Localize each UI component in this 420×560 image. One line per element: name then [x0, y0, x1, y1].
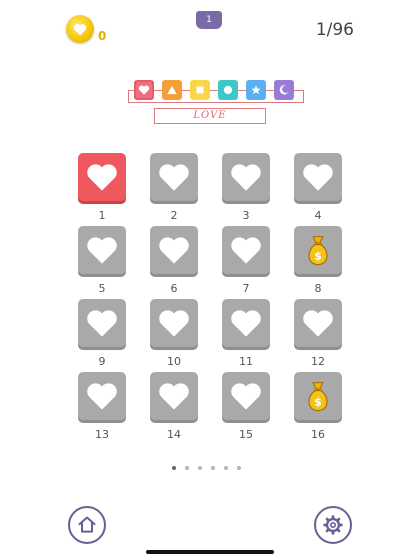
level-number: 14 [167, 428, 181, 441]
category-triangle[interactable] [162, 80, 182, 100]
level-number: 1 [98, 209, 106, 222]
level-number: 7 [242, 282, 250, 295]
category-heart[interactable] [134, 80, 154, 100]
coin-count: 0 [98, 29, 107, 43]
level-number: 10 [167, 355, 181, 368]
heart-icon [231, 164, 261, 191]
category-banner: LOVE [128, 78, 304, 126]
home-indicator [146, 550, 274, 554]
coin-icon [66, 15, 94, 43]
level-number: 5 [98, 282, 106, 295]
square-icon [196, 86, 204, 94]
level-number: 12 [311, 355, 325, 368]
heart-icon [231, 310, 261, 337]
heart-icon [231, 383, 261, 410]
heart-icon [303, 310, 333, 337]
heart-icon [159, 383, 189, 410]
banner-line [128, 102, 304, 103]
level-tile-7[interactable] [222, 226, 270, 274]
level-number: 2 [170, 209, 178, 222]
banner-line [128, 90, 129, 102]
settings-button[interactable] [314, 506, 352, 544]
level-tile-1[interactable] [78, 153, 126, 201]
page-dot[interactable] [237, 466, 241, 470]
page-dot[interactable] [211, 466, 215, 470]
level-number: 8 [314, 282, 322, 295]
level-number: 6 [170, 282, 178, 295]
level-number: 9 [98, 355, 106, 368]
level-number: 13 [95, 428, 109, 441]
heart-icon [87, 164, 117, 191]
heart-icon [159, 237, 189, 264]
heart-icon [87, 310, 117, 337]
level-tile-2[interactable] [150, 153, 198, 201]
progress-counter: 1/96 [315, 20, 354, 40]
svg-text:$: $ [314, 250, 322, 263]
heart-icon [87, 237, 117, 264]
level-number: 16 [311, 428, 325, 441]
category-square[interactable] [190, 80, 210, 100]
heart-icon [159, 164, 189, 191]
level-tile-15[interactable] [222, 372, 270, 420]
home-icon [78, 516, 96, 533]
level-tile-9[interactable] [78, 299, 126, 347]
page-dot[interactable] [198, 466, 202, 470]
moon-icon [279, 85, 289, 95]
heart-icon [159, 310, 189, 337]
page-dot[interactable] [185, 466, 189, 470]
svg-text:$: $ [314, 396, 322, 409]
level-tile-11[interactable] [222, 299, 270, 347]
category-word: LOVE [154, 108, 266, 124]
category-circle[interactable] [218, 80, 238, 100]
level-number: 11 [239, 355, 253, 368]
home-button[interactable] [68, 506, 106, 544]
category-star[interactable] [246, 80, 266, 100]
circle-icon [223, 85, 233, 95]
category-moon[interactable] [274, 80, 294, 100]
page-dot[interactable] [172, 466, 176, 470]
level-tab[interactable]: 1 [196, 11, 222, 29]
heart-icon [303, 164, 333, 191]
category-icons [134, 80, 294, 100]
star-icon [251, 85, 261, 95]
level-tile-10[interactable] [150, 299, 198, 347]
level-tile-16[interactable]: $ [294, 372, 342, 420]
banner-line [303, 90, 304, 102]
money-bag-icon: $ [308, 382, 328, 412]
level-tile-3[interactable] [222, 153, 270, 201]
heart-icon [138, 85, 150, 95]
triangle-icon [167, 85, 177, 95]
level-tile-5[interactable] [78, 226, 126, 274]
level-tile-8[interactable]: $ [294, 226, 342, 274]
level-tile-14[interactable] [150, 372, 198, 420]
level-tile-4[interactable] [294, 153, 342, 201]
page-indicator [172, 466, 241, 470]
level-number: 15 [239, 428, 253, 441]
heart-icon [231, 237, 261, 264]
money-bag-icon: $ [308, 236, 328, 266]
page-dot[interactable] [224, 466, 228, 470]
level-tile-6[interactable] [150, 226, 198, 274]
level-number: 3 [242, 209, 250, 222]
level-tile-13[interactable] [78, 372, 126, 420]
level-number: 4 [314, 209, 322, 222]
heart-icon [87, 383, 117, 410]
gear-icon [323, 515, 343, 535]
level-tile-12[interactable] [294, 299, 342, 347]
